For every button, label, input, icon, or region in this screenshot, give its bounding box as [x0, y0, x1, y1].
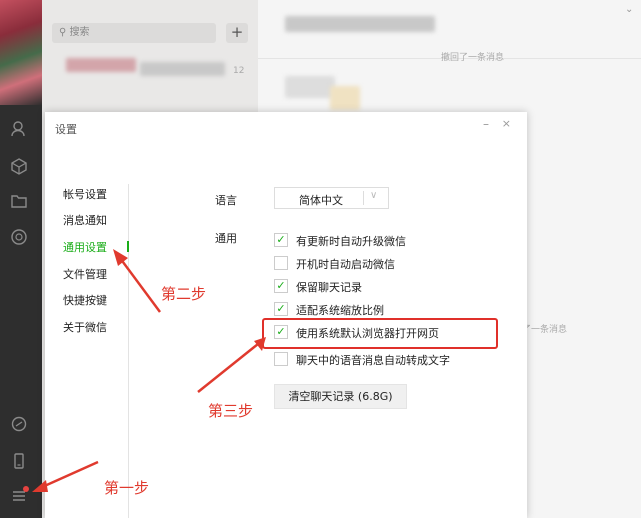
step3-arrowhead — [254, 337, 266, 351]
annotation-arrows — [32, 249, 266, 492]
step2-label: 第二步 — [161, 285, 207, 303]
step2-arrowhead — [113, 249, 128, 266]
step1-label: 第一步 — [104, 479, 150, 497]
step2-arrow — [118, 257, 162, 313]
step3-arrow — [197, 343, 259, 393]
step3-label: 第三步 — [208, 402, 254, 420]
step1-arrow — [39, 460, 99, 490]
step1-arrowhead — [32, 480, 48, 492]
